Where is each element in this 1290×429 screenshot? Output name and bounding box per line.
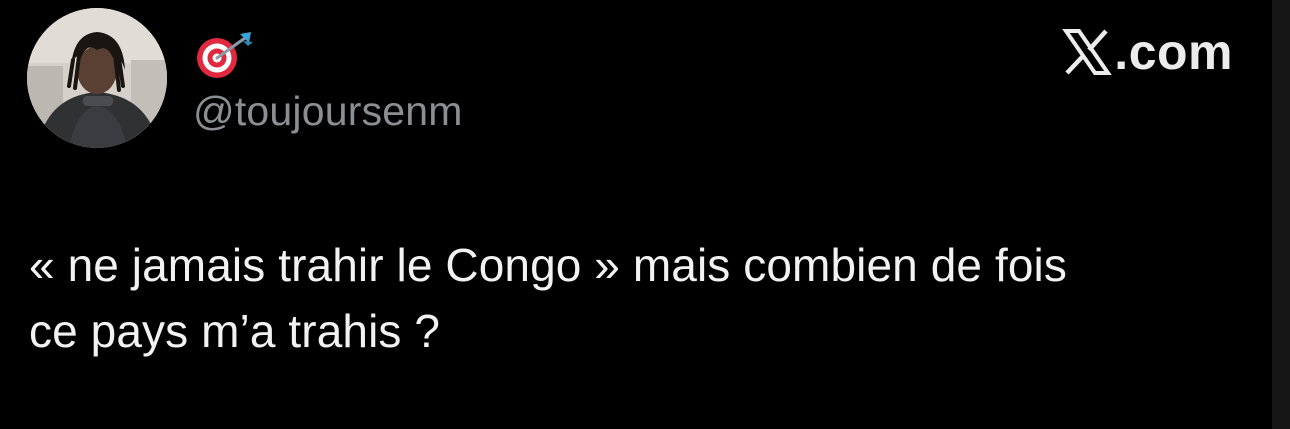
x-logo-icon [1062,29,1113,75]
tweet-card: @toujoursenm .com « ne jamais trahir le … [0,0,1290,429]
tweet-text-line: ce pays m’a trahis ? [29,305,441,357]
user-handle[interactable]: @toujoursenm [193,88,463,135]
direct-hit-icon [197,32,253,78]
brand-domain-suffix: .com [1114,24,1233,80]
scrollbar-track [1272,0,1290,429]
avatar-photo [27,8,167,148]
tweet-text-line: « ne jamais trahir le Congo » mais combi… [29,239,1067,291]
x-com-watermark: .com [1062,22,1233,82]
tweet-text: « ne jamais trahir le Congo » mais combi… [29,232,1254,364]
display-name-dart-emoji [193,30,257,80]
avatar[interactable] [27,8,167,148]
